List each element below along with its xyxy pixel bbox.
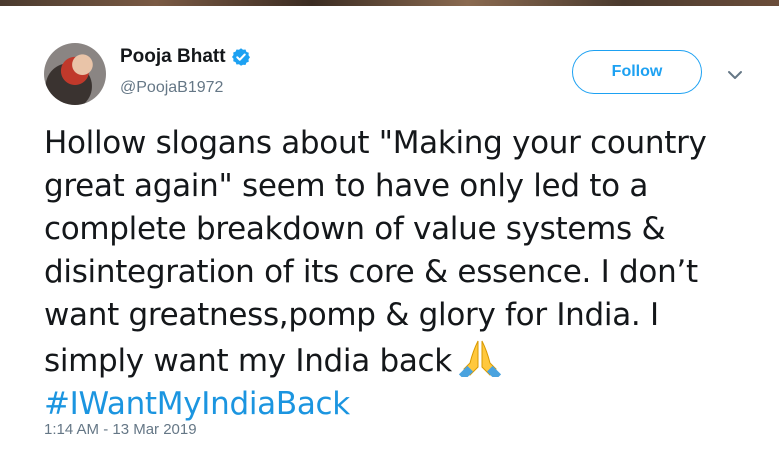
follow-button[interactable]: Follow xyxy=(572,50,702,94)
folded-hands-icon xyxy=(458,337,502,381)
header-background-strip xyxy=(0,0,779,6)
avatar[interactable] xyxy=(44,43,106,105)
tweet-line: simply want my India back xyxy=(44,343,452,379)
tweet-line: disintegration of its core & essence. I … xyxy=(44,254,698,290)
verified-badge-icon xyxy=(231,47,251,67)
tweet-line: want greatness,pomp & glory for India. I xyxy=(44,297,659,333)
hashtag-link[interactable]: #IWantMyIndiaBack xyxy=(44,383,744,426)
author-handle[interactable]: @PoojaB1972 xyxy=(120,79,223,97)
chevron-down-icon[interactable] xyxy=(726,66,744,84)
author-name-row[interactable]: Pooja Bhatt xyxy=(120,46,251,68)
tweet-timestamp[interactable]: 1:14 AM - 13 Mar 2019 xyxy=(44,421,197,438)
tweet-line-last: simply want my India back xyxy=(44,337,744,383)
author-display-name[interactable]: Pooja Bhatt xyxy=(120,46,226,68)
tweet-line: complete breakdown of value systems & xyxy=(44,211,666,247)
tweet-text: Hollow slogans about "Making your countr… xyxy=(44,122,744,426)
tweet-line: Hollow slogans about "Making your countr… xyxy=(44,125,707,161)
tweet-line: great again" seem to have only led to a xyxy=(44,168,649,204)
